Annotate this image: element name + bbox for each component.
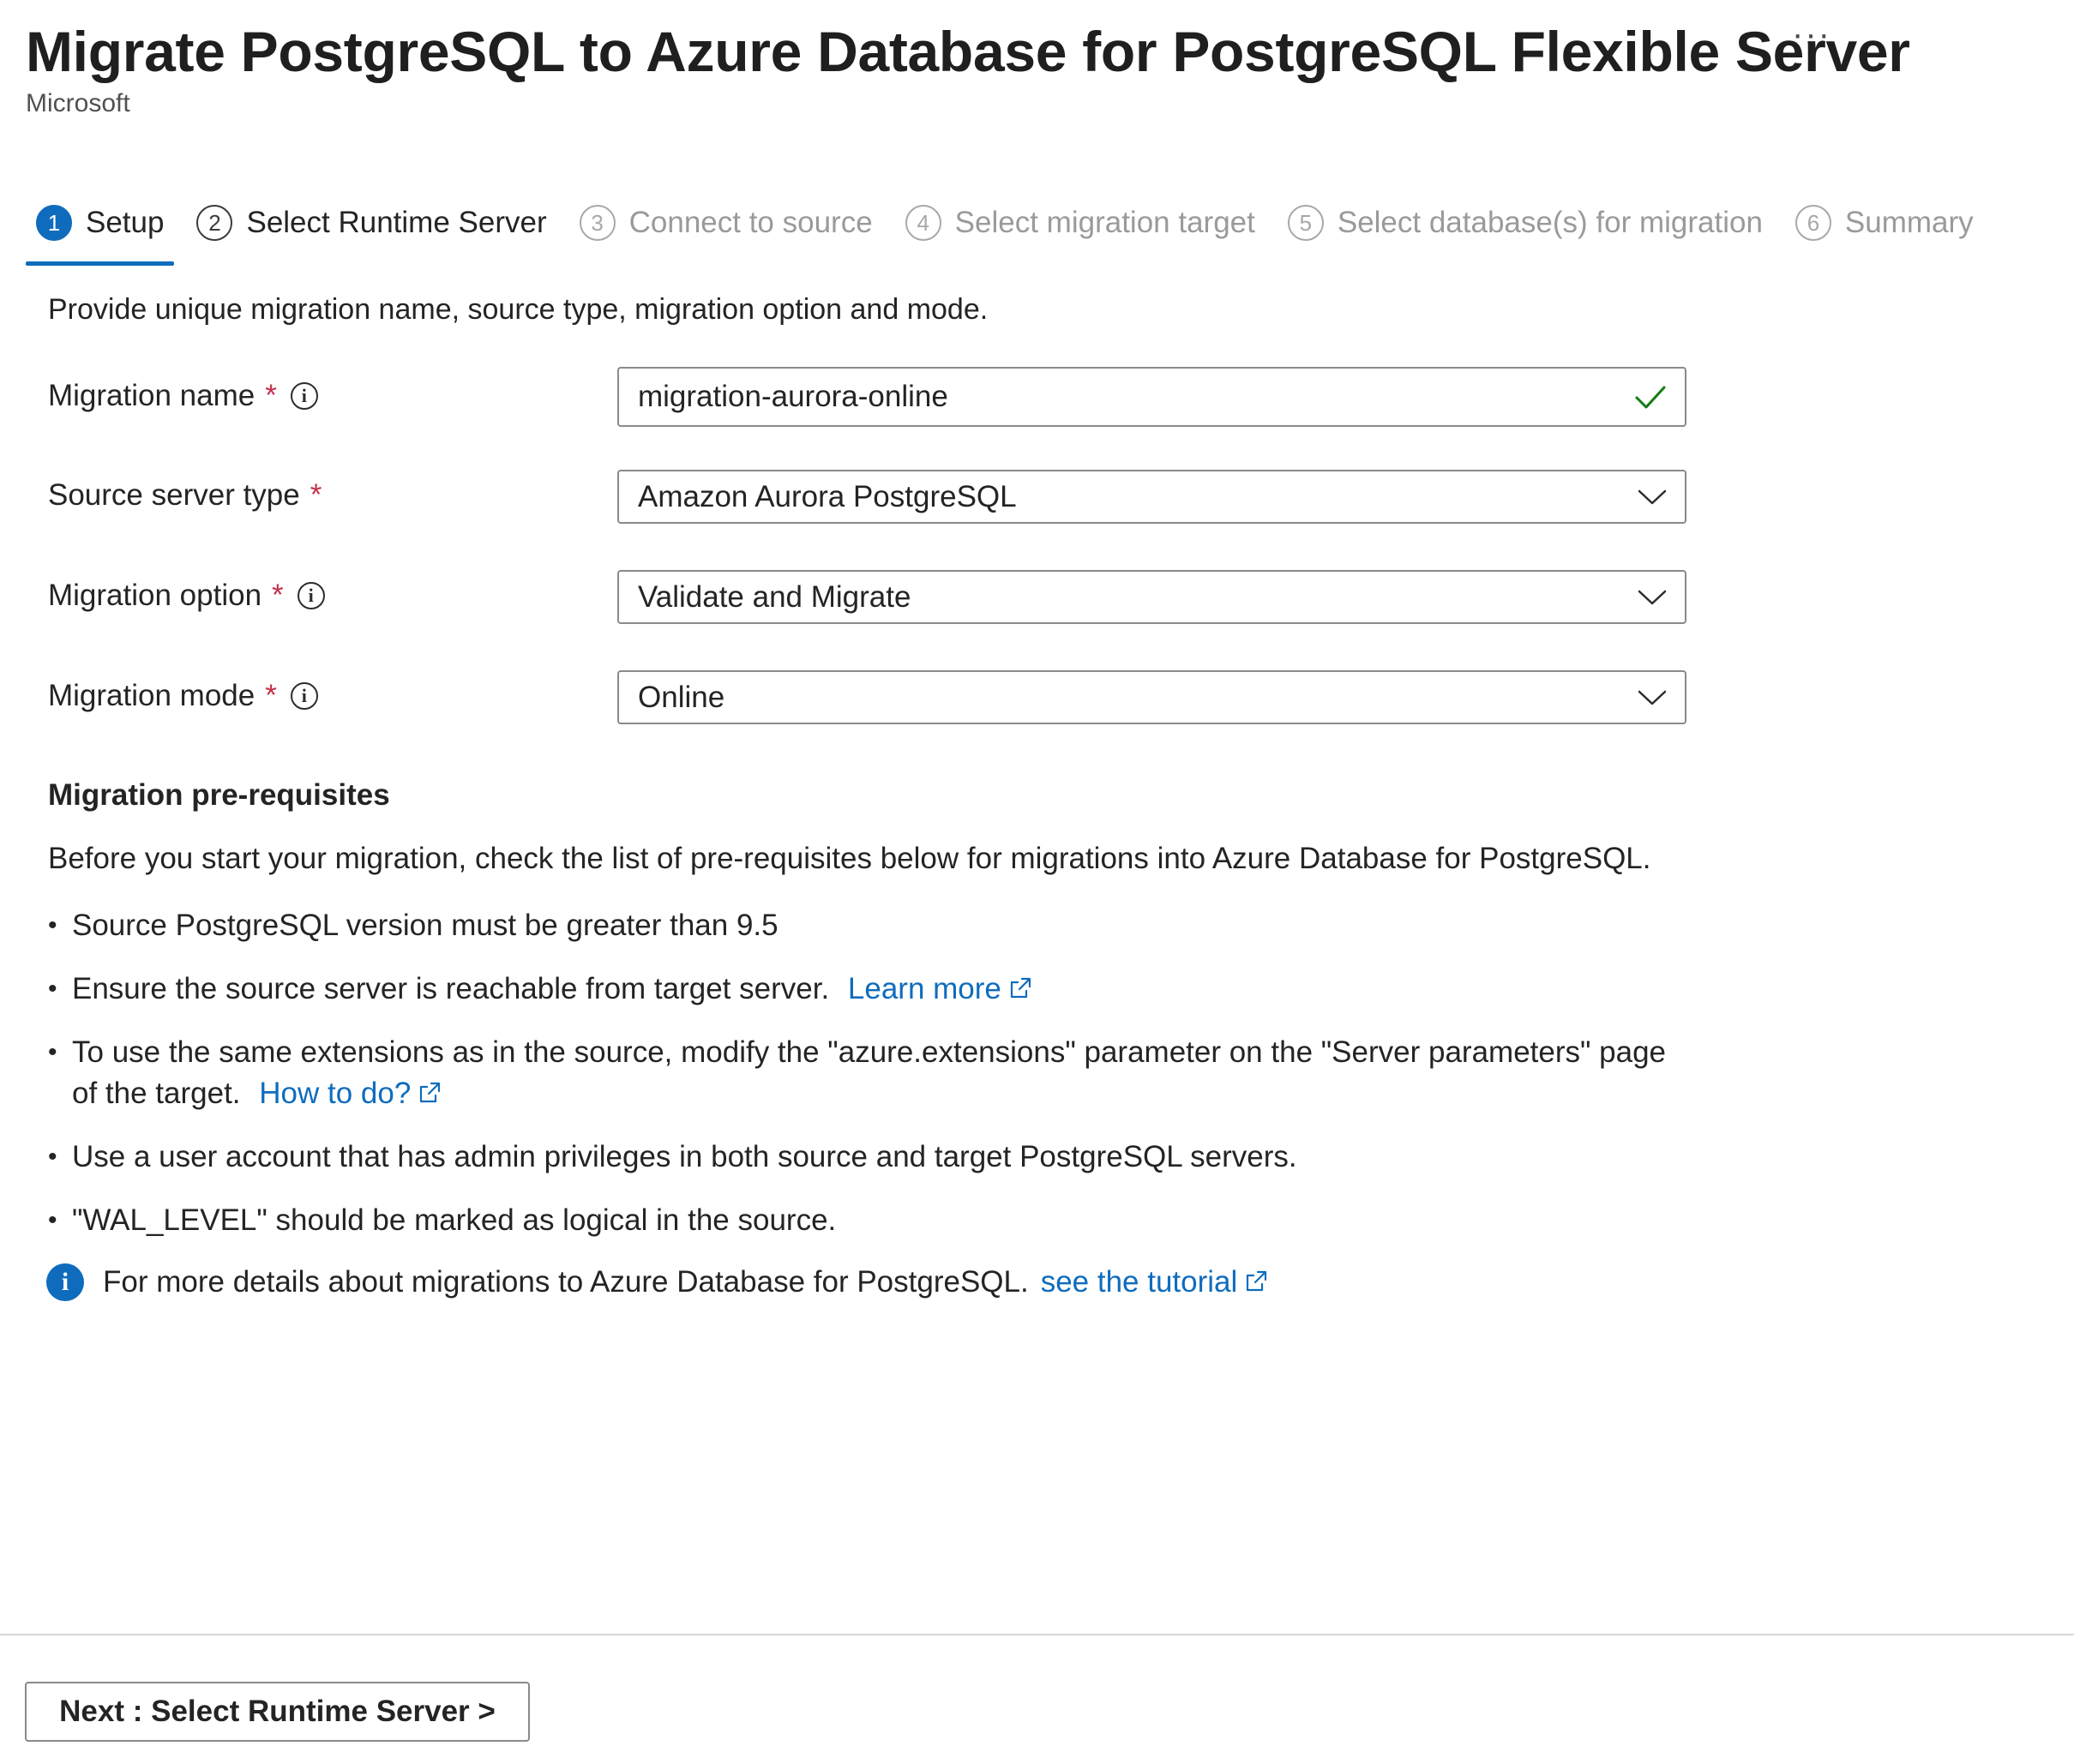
tab-summary: 6 Summary <box>1785 197 1984 249</box>
info-icon[interactable]: i <box>290 382 318 410</box>
source-server-type-row: Source server type * Amazon Aurora Postg… <box>48 470 1686 531</box>
checkmark-icon <box>1635 386 1666 409</box>
tab-setup[interactable]: 1 Setup <box>26 197 175 266</box>
list-item: "WAL_LEVEL" should be marked as logical … <box>48 1200 1677 1241</box>
link-text: Learn more <box>847 972 1001 1005</box>
label-text: Migration mode <box>48 679 255 712</box>
prerequisites-heading: Migration pre-requisites <box>48 778 390 812</box>
tab-select-migration-target: 4 Select migration target <box>895 197 1265 249</box>
label-text: Migration option <box>48 579 262 612</box>
link-text: see the tutorial <box>1040 1265 1238 1299</box>
learn-more-link[interactable]: Learn more <box>848 972 1032 1005</box>
prerequisites-list: Source PostgreSQL version must be greate… <box>48 905 1677 1263</box>
source-server-type-label: Source server type * <box>48 478 322 513</box>
migration-name-label: Migration name * i <box>48 379 318 413</box>
tab-connect-to-source: 3 Connect to source <box>569 197 883 249</box>
migration-option-label: Migration option * i <box>48 579 325 613</box>
tab-label: Select migration target <box>954 206 1255 239</box>
next-button[interactable]: Next : Select Runtime Server > <box>25 1682 530 1742</box>
how-to-do-link[interactable]: How to do? <box>259 1077 442 1110</box>
migration-option-value: Validate and Migrate <box>638 579 911 614</box>
migration-option-dropdown[interactable]: Validate and Migrate <box>617 570 1686 624</box>
info-icon[interactable]: i <box>290 682 318 710</box>
tab-label: Summary <box>1844 206 1974 239</box>
info-icon: i <box>46 1263 84 1301</box>
migration-name-row: Migration name * i migration-aurora-onli… <box>48 367 1686 429</box>
label-text: Source server type <box>48 478 300 512</box>
tab-label: Select Runtime Server <box>246 206 547 239</box>
chevron-down-icon <box>1638 690 1667 705</box>
info-icon[interactable]: i <box>297 582 325 609</box>
chevron-down-icon <box>1638 489 1667 504</box>
external-link-icon <box>1247 1270 1267 1292</box>
tab-select-databases: 5 Select database(s) for migration <box>1277 197 1773 249</box>
label-text: Migration name <box>48 379 255 412</box>
list-item: Use a user account that has admin privil… <box>48 1137 1677 1178</box>
wizard-tabs: 1 Setup 2 Select Runtime Server 3 Connec… <box>26 197 1996 266</box>
migration-mode-row: Migration mode * i Online <box>48 670 1686 732</box>
list-item: Source PostgreSQL version must be greate… <box>48 905 1677 946</box>
step-number-5: 5 <box>1287 205 1324 241</box>
tab-label: Connect to source <box>628 206 873 239</box>
required-marker: * <box>310 478 322 512</box>
external-link-icon <box>1010 977 1031 999</box>
migration-mode-dropdown[interactable]: Online <box>617 670 1686 724</box>
step-number-1: 1 <box>36 205 72 241</box>
page-header: Migrate PostgreSQL to Azure Database for… <box>26 15 2023 118</box>
prerequisites-intro: Before you start your migration, check t… <box>48 842 1651 875</box>
tab-label: Setup <box>86 206 165 239</box>
tab-label: Select database(s) for migration <box>1337 206 1763 239</box>
tutorial-note: i For more details about migrations to A… <box>46 1263 1268 1301</box>
list-item-text: "WAL_LEVEL" should be marked as logical … <box>72 1203 837 1237</box>
source-server-type-value: Amazon Aurora PostgreSQL <box>638 479 1017 513</box>
setup-description: Provide unique migration name, source ty… <box>48 293 989 326</box>
list-item-text: Use a user account that has admin privil… <box>72 1140 1297 1173</box>
external-link-icon <box>420 1082 441 1103</box>
step-number-2: 2 <box>196 205 233 241</box>
publisher-label: Microsoft <box>26 89 130 117</box>
chevron-down-icon <box>1638 590 1667 604</box>
note-text: For more details about migrations to Azu… <box>103 1265 1029 1299</box>
migration-mode-label: Migration mode * i <box>48 679 318 713</box>
migration-name-input[interactable]: migration-aurora-online <box>617 367 1686 427</box>
tab-select-runtime-server[interactable]: 2 Select Runtime Server <box>186 197 556 249</box>
required-marker: * <box>265 379 277 412</box>
migration-mode-value: Online <box>638 680 725 714</box>
required-marker: * <box>265 679 277 712</box>
source-server-type-dropdown[interactable]: Amazon Aurora PostgreSQL <box>617 470 1686 524</box>
list-item: To use the same extensions as in the sou… <box>48 1032 1677 1114</box>
migration-name-value: migration-aurora-online <box>638 380 948 413</box>
list-item-text: Ensure the source server is reachable fr… <box>72 972 830 1005</box>
page-title: Migrate PostgreSQL to Azure Database for… <box>26 20 1910 83</box>
migration-option-row: Migration option * i Validate and Migrat… <box>48 570 1686 632</box>
link-text: How to do? <box>259 1077 412 1110</box>
step-number-4: 4 <box>905 205 941 241</box>
required-marker: * <box>272 579 284 612</box>
step-number-3: 3 <box>579 205 616 241</box>
see-tutorial-link[interactable]: see the tutorial <box>1041 1265 1269 1299</box>
footer-divider <box>0 1634 2074 1635</box>
list-item: Ensure the source server is reachable fr… <box>48 969 1677 1010</box>
step-number-6: 6 <box>1794 205 1831 241</box>
ellipsis-icon[interactable]: ··· <box>1792 17 1831 51</box>
list-item-text: Source PostgreSQL version must be greate… <box>72 909 779 942</box>
